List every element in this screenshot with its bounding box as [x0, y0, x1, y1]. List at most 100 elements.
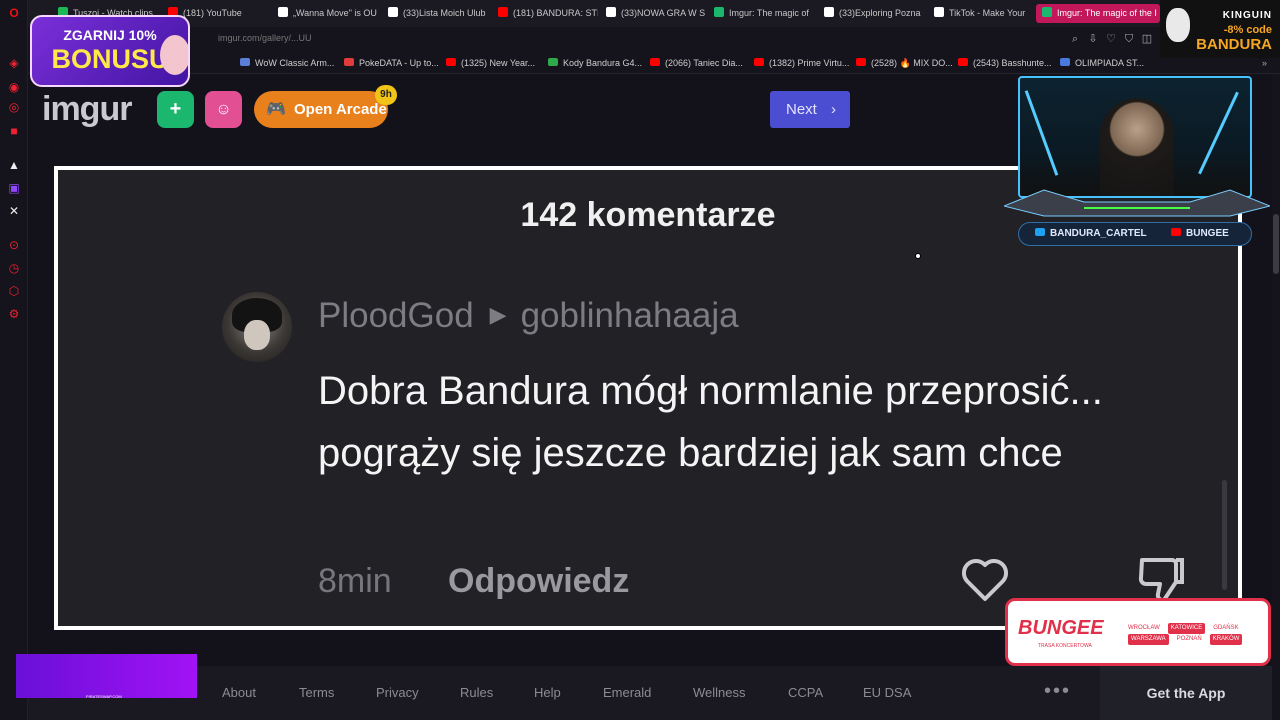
messenger-icon[interactable]: ◉	[7, 80, 21, 94]
bookmark-favicon-icon	[958, 58, 968, 66]
bookmark-item[interactable]: (2543) Basshunte...	[958, 56, 1052, 70]
bookmark-item[interactable]: Kody Bandura G4...	[548, 56, 642, 70]
scrollbar-thumb[interactable]	[1273, 214, 1279, 274]
twitch-icon[interactable]: ▣	[7, 181, 21, 195]
footer-link-emerald[interactable]: Emerald	[603, 685, 651, 700]
open-arcade-button[interactable]: 🎮 Open Arcade	[254, 91, 388, 128]
footer-link-terms[interactable]: Terms	[299, 685, 334, 700]
imgur-logo[interactable]: imgur	[42, 90, 132, 129]
more-icon[interactable]: •••	[1044, 680, 1071, 703]
bookmarks-bar: WoW Classic Arm... PokeDATA - Up to... (…	[28, 52, 1280, 74]
bookmark-item[interactable]: (1325) New Year...	[446, 56, 535, 70]
streamer	[1100, 98, 1174, 196]
mouse-cursor	[915, 253, 921, 259]
avatar[interactable]	[222, 292, 292, 362]
bookmark-favicon-icon	[1060, 58, 1070, 66]
tab-favicon-icon	[824, 7, 834, 17]
tab-favicon-icon	[388, 7, 398, 17]
bookmark-favicon-icon	[240, 58, 250, 66]
bookmark-favicon-icon	[548, 58, 558, 66]
youtube-handle: BUNGEE	[1171, 223, 1229, 245]
instagram-icon[interactable]: ◎	[7, 100, 21, 114]
bookmark-item[interactable]: (1382) Prime Virtu...	[754, 56, 849, 70]
comment-header: PloodGod ▶ goblinhahaaja	[318, 296, 739, 336]
bookmark-icon[interactable]: ♡	[1104, 32, 1118, 46]
bookmark-item[interactable]: (2528) 🔥 MIX DO...	[856, 56, 953, 70]
footer-link-eu-dsa[interactable]: EU DSA	[863, 685, 911, 700]
tab[interactable]: (33)NOWA GRA W S	[606, 4, 706, 23]
page-scrollbar[interactable]	[1272, 74, 1280, 720]
bookmark-item[interactable]: WoW Classic Arm...	[240, 56, 334, 70]
opera-icon[interactable]: O	[7, 6, 21, 20]
kinguin-overlay: KINGUIN -8% code BANDURA	[1160, 0, 1280, 58]
bookmark-label: (2066) Taniec Dia...	[665, 58, 743, 68]
music-icon[interactable]: ■	[7, 124, 21, 138]
plus-icon: +	[169, 98, 182, 120]
x-icon[interactable]: ✕	[7, 204, 21, 218]
bookmarks-more-icon[interactable]: »	[1262, 56, 1267, 70]
twitter-label: BANDURA_CARTEL	[1050, 228, 1147, 239]
ai-arrow-icon[interactable]: ▲	[7, 158, 21, 172]
comments-scrollbar[interactable]	[1222, 480, 1227, 590]
footer-link-about[interactable]: About	[222, 685, 256, 700]
camera-icon[interactable]: ◫	[1140, 32, 1154, 46]
heart-icon[interactable]	[958, 552, 1012, 606]
tab[interactable]: TikTok - Make Your	[934, 4, 1034, 23]
tab[interactable]: (33)Exploring Pozna	[824, 4, 924, 23]
extensions-icon[interactable]: ⬡	[7, 284, 21, 298]
bookmark-item[interactable]: OLIMPIADA ST...	[1060, 56, 1144, 70]
comment-reply-to[interactable]: goblinhahaaja	[521, 296, 739, 335]
shield-icon[interactable]: ⛉	[1122, 32, 1136, 46]
bookmark-item[interactable]: PokeDATA - Up to...	[344, 56, 439, 70]
player-icon[interactable]: ⊙	[7, 238, 21, 252]
footer-link-rules[interactable]: Rules	[460, 685, 493, 700]
tab[interactable]: (181) BANDURA: STI	[498, 4, 598, 23]
reply-arrow-icon: ▶	[489, 302, 507, 327]
bookmark-favicon-icon	[344, 58, 354, 66]
tab-label: (181) BANDURA: STI	[513, 8, 598, 18]
bookmark-favicon-icon	[446, 58, 456, 66]
tab[interactable]: Imgur: The magic of	[714, 4, 814, 23]
footer-link-wellness[interactable]: Wellness	[693, 685, 746, 700]
next-button[interactable]: Next ›	[770, 91, 850, 128]
reply-button[interactable]: Odpowiedz	[448, 562, 629, 601]
url-field[interactable]: imgur.com/gallery/...UU	[218, 33, 312, 43]
ai-icon[interactable]: ◈	[7, 56, 21, 70]
tab-favicon-icon	[714, 7, 724, 17]
city: WROCŁAW	[1128, 625, 1160, 631]
browser-sidebar: O ◈ ◉ ◎ ■ ▲ ▣ ✕ ⊙ ◷ ⬡ ⚙	[0, 0, 28, 720]
tab-label: (181) YouTube	[183, 8, 242, 18]
tab[interactable]: „Wanna Move" is OU	[278, 4, 378, 23]
gamepad-icon: 🎮	[266, 101, 286, 118]
footer-link-ccpa[interactable]: CCPA	[788, 685, 823, 700]
history-icon[interactable]: ◷	[7, 261, 21, 275]
emerald-button[interactable]: ☺	[205, 91, 242, 128]
tab-favicon-icon	[278, 7, 288, 17]
bookmark-label: (1325) New Year...	[461, 58, 536, 68]
footer-link-help[interactable]: Help	[534, 685, 561, 700]
comment-author[interactable]: PloodGod	[318, 296, 474, 335]
bookmark-label: (2543) Basshunte...	[973, 58, 1052, 68]
twitter-handle: BANDURA_CARTEL	[1035, 223, 1147, 245]
settings-icon[interactable]: ⚙	[7, 307, 21, 321]
footer-link-privacy[interactable]: Privacy	[376, 685, 419, 700]
bungee-tour-overlay: BUNGEE TRASA KONCERTOWA WROCŁAW KATOWICE G…	[1005, 598, 1271, 666]
arcade-label: Open Arcade	[294, 101, 387, 118]
tab-label: Imgur: The magic of the I	[1057, 8, 1157, 18]
neon-light	[1198, 91, 1239, 175]
tab[interactable]: (33)Lista Moich Ulub	[388, 4, 488, 23]
bookmark-favicon-icon	[856, 58, 866, 66]
footer: About Terms Privacy Rules Help Emerald W…	[28, 666, 1272, 720]
arcade-timer-badge: 9h	[375, 85, 397, 105]
get-app-button[interactable]: Get the App	[1100, 666, 1272, 720]
sponsor-text: PIRATESWAP.COM	[86, 694, 122, 699]
pin-icon[interactable]: ⇩	[1086, 32, 1100, 46]
tab-label: Imgur: The magic of	[729, 8, 809, 18]
avatar-face	[244, 320, 270, 350]
tab-active[interactable]: Imgur: The magic of the I	[1036, 4, 1160, 23]
new-post-button[interactable]: +	[157, 91, 194, 128]
comment-time: 8min	[318, 562, 392, 600]
bookmark-item[interactable]: (2066) Taniec Dia...	[650, 56, 743, 70]
zoom-icon[interactable]: ⌕	[1068, 32, 1082, 46]
bookmark-label: OLIMPIADA ST...	[1075, 58, 1145, 68]
